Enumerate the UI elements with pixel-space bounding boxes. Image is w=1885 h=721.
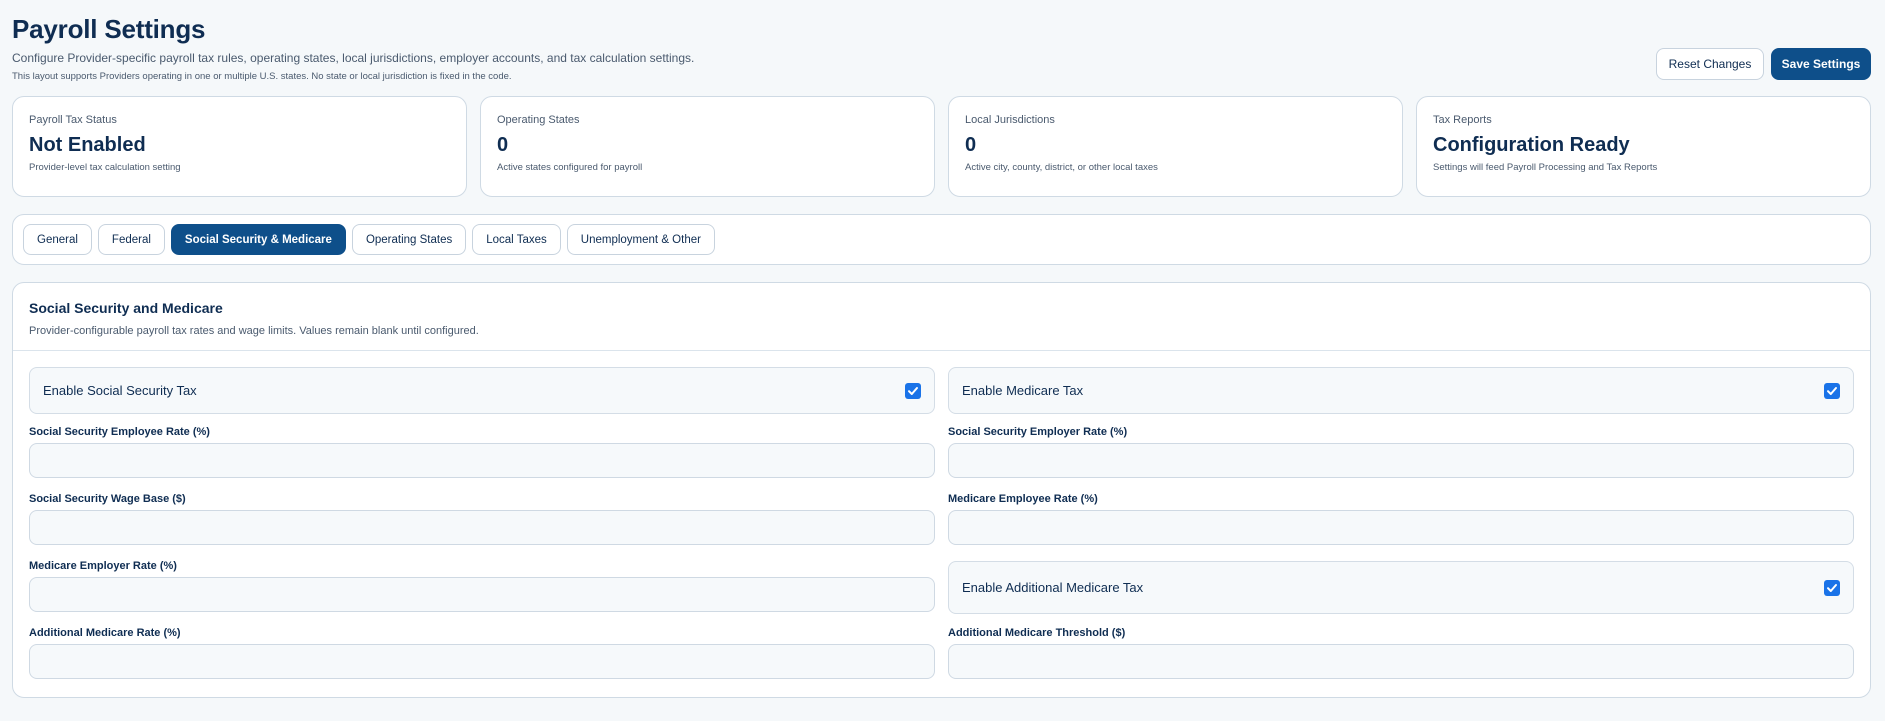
ss-employer-rate-input[interactable] — [948, 443, 1854, 478]
stat-label: Tax Reports — [1433, 114, 1492, 126]
tab-social-security-medicare[interactable]: Social Security & Medicare — [170, 224, 346, 255]
field-additional-medicare-threshold: Additional Medicare Threshold ($) — [948, 627, 1854, 679]
stat-card-operating-states: Operating States 0 Active states configu… — [480, 96, 935, 197]
medicare-employer-rate-input[interactable] — [29, 577, 935, 612]
check-icon — [1827, 386, 1837, 395]
additional-medicare-rate-input[interactable] — [29, 644, 935, 679]
medicare-tax-checkbox[interactable] — [1824, 382, 1840, 399]
panel-body: Enable Social Security Tax Social Securi… — [13, 351, 1870, 697]
social-security-medicare-panel: Social Security and Medicare Provider-co… — [12, 282, 1871, 698]
field-label: Medicare Employer Rate (%) — [29, 560, 177, 572]
field-label: Additional Medicare Rate (%) — [29, 627, 181, 639]
stat-card-local-jurisdictions: Local Jurisdictions 0 Active city, count… — [948, 96, 1403, 197]
field-label: Social Security Wage Base ($) — [29, 493, 186, 505]
field-medicare-employer-rate: Medicare Employer Rate (%) — [29, 560, 935, 612]
additional-medicare-threshold-input[interactable] — [948, 644, 1854, 679]
tab-unemployment-other[interactable]: Unemployment & Other — [566, 224, 715, 255]
panel-header: Social Security and Medicare Provider-co… — [13, 283, 1870, 351]
stat-value: 0 — [497, 134, 509, 156]
field-ss-employer-rate: Social Security Employer Rate (%) — [948, 426, 1854, 478]
panel-description: Provider-configurable payroll tax rates … — [29, 325, 479, 337]
settings-tabs: General Federal Social Security & Medica… — [12, 214, 1871, 265]
stat-desc: Settings will feed Payroll Processing an… — [1433, 162, 1658, 173]
panel-title: Social Security and Medicare — [29, 300, 223, 316]
stat-value: Not Enabled — [29, 134, 146, 156]
toggle-label: Enable Medicare Tax — [962, 383, 1084, 398]
save-settings-button[interactable]: Save Settings — [1771, 48, 1871, 80]
toggle-label: Enable Social Security Tax — [43, 383, 197, 398]
page-subtitle: Configure Provider-specific payroll tax … — [12, 51, 695, 65]
tab-operating-states[interactable]: Operating States — [351, 224, 467, 255]
stat-label: Operating States — [497, 114, 580, 126]
page-title: Payroll Settings — [12, 14, 206, 44]
field-medicare-employee-rate: Medicare Employee Rate (%) — [948, 493, 1854, 545]
stat-card-tax-reports: Tax Reports Configuration Ready Settings… — [1416, 96, 1871, 197]
stats-row: Payroll Tax Status Not Enabled Provider-… — [12, 96, 1871, 197]
page-note: This layout supports Providers operating… — [12, 71, 512, 82]
social-security-tax-checkbox[interactable] — [905, 382, 921, 399]
ss-wage-base-input[interactable] — [29, 510, 935, 545]
check-icon — [908, 386, 918, 395]
reset-changes-button[interactable]: Reset Changes — [1656, 48, 1764, 80]
stat-desc: Provider-level tax calculation setting — [29, 162, 181, 173]
field-ss-wage-base: Social Security Wage Base ($) — [29, 493, 935, 545]
tab-general[interactable]: General — [23, 224, 92, 255]
stat-label: Local Jurisdictions — [965, 114, 1055, 126]
stat-label: Payroll Tax Status — [29, 114, 117, 126]
tab-local-taxes[interactable]: Local Taxes — [472, 224, 561, 255]
stat-value: 0 — [965, 134, 977, 156]
field-label: Social Security Employer Rate (%) — [948, 426, 1128, 438]
toggle-medicare-tax[interactable]: Enable Medicare Tax — [948, 367, 1854, 414]
toggle-label: Enable Additional Medicare Tax — [962, 580, 1144, 595]
stat-desc: Active states configured for payroll — [497, 162, 643, 173]
toggle-social-security-tax[interactable]: Enable Social Security Tax — [29, 367, 935, 414]
additional-medicare-tax-checkbox[interactable] — [1824, 579, 1840, 596]
stat-desc: Active city, county, district, or other … — [965, 162, 1158, 173]
tab-federal[interactable]: Federal — [97, 224, 165, 255]
toggle-additional-medicare-tax[interactable]: Enable Additional Medicare Tax — [948, 561, 1854, 614]
field-ss-employee-rate: Social Security Employee Rate (%) — [29, 426, 935, 478]
field-label: Social Security Employee Rate (%) — [29, 426, 210, 438]
ss-employee-rate-input[interactable] — [29, 443, 935, 478]
header-actions: Reset Changes Save Settings — [1656, 48, 1871, 80]
medicare-employee-rate-input[interactable] — [948, 510, 1854, 545]
check-icon — [1827, 583, 1837, 592]
field-label: Additional Medicare Threshold ($) — [948, 627, 1126, 639]
page-header: Payroll Settings Configure Provider-spec… — [12, 14, 694, 82]
field-label: Medicare Employee Rate (%) — [948, 493, 1098, 505]
stat-value: Configuration Ready — [1433, 134, 1630, 156]
stat-card-payroll-tax-status: Payroll Tax Status Not Enabled Provider-… — [12, 96, 467, 197]
field-additional-medicare-rate: Additional Medicare Rate (%) — [29, 627, 935, 679]
